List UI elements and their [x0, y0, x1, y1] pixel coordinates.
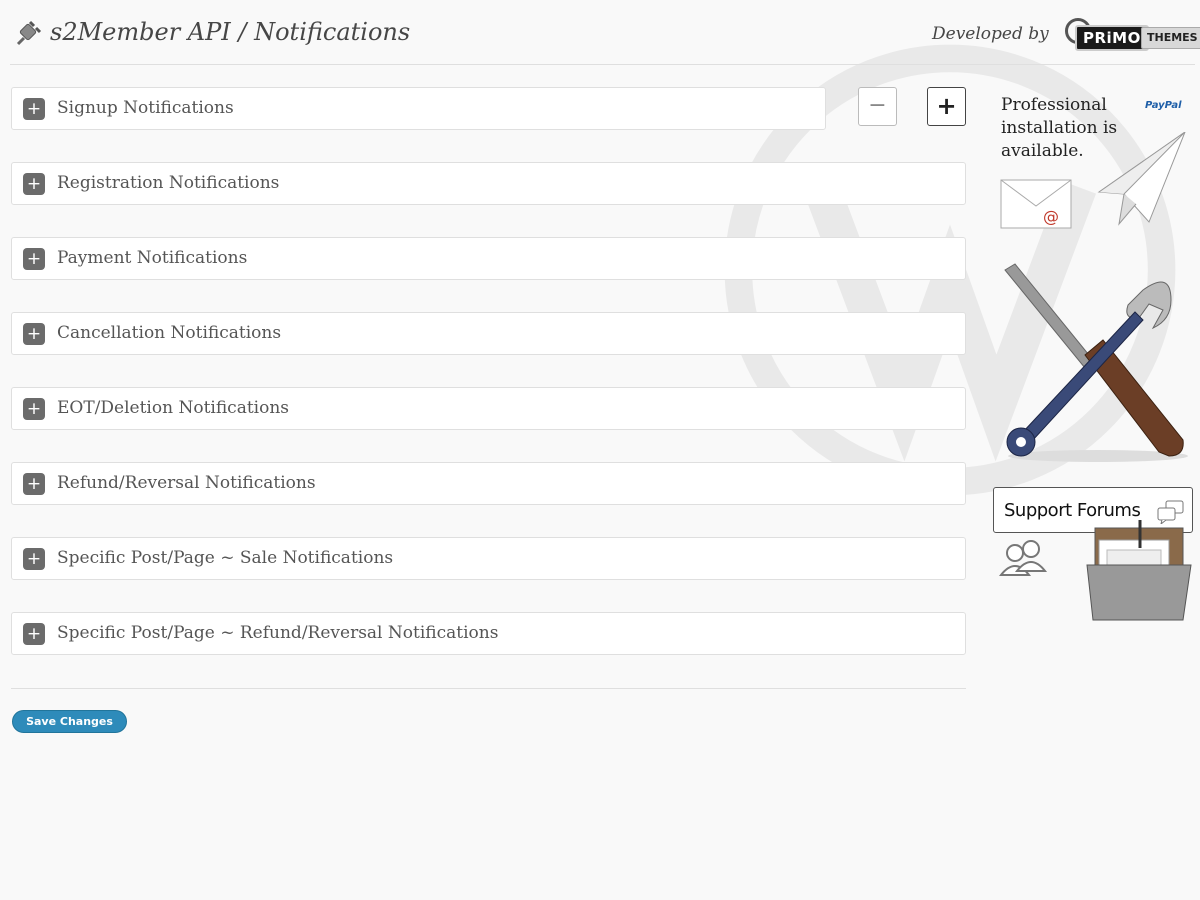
plugin-icon	[16, 20, 42, 46]
panel-payment-notifications[interactable]: + Payment Notifications	[11, 237, 966, 280]
email-paper-plane-icon: @	[1000, 132, 1186, 229]
panel-title: Refund/Reversal Notifications	[57, 473, 316, 493]
themes-logo-text: THEMES	[1141, 27, 1200, 49]
plus-icon[interactable]: +	[23, 623, 45, 645]
paypal-logo: PayPal	[1145, 100, 1182, 111]
support-forums-label: Support Forums	[1004, 500, 1141, 521]
panel-eot-deletion-notifications[interactable]: + EOT/Deletion Notifications	[11, 387, 966, 430]
svg-text:@: @	[1043, 207, 1059, 226]
panel-registration-notifications[interactable]: + Registration Notifications	[11, 162, 966, 205]
page-header: s2Member API / Notifications Developed b…	[10, 0, 1200, 65]
plus-icon[interactable]: +	[23, 173, 45, 195]
save-changes-button[interactable]: Save Changes	[12, 710, 127, 733]
panel-signup-notifications[interactable]: + Signup Notifications	[11, 87, 826, 130]
plus-icon[interactable]: +	[23, 248, 45, 270]
panel-specific-post-sale-notifications[interactable]: + Specific Post/Page ~ Sale Notification…	[11, 537, 966, 580]
developed-by-label: Developed by	[932, 24, 1049, 44]
panel-refund-reversal-notifications[interactable]: + Refund/Reversal Notifications	[11, 462, 966, 505]
page-title: s2Member API / Notifications	[50, 18, 411, 46]
panel-title: Specific Post/Page ~ Sale Notifications	[57, 548, 394, 568]
panel-title: Specific Post/Page ~ Refund/Reversal Not…	[57, 623, 499, 643]
wrench-screwdriver-icon	[1004, 263, 1188, 462]
panel-cancellation-notifications[interactable]: + Cancellation Notifications	[11, 312, 966, 355]
plus-icon[interactable]: +	[23, 548, 45, 570]
panel-title: EOT/Deletion Notifications	[57, 398, 290, 418]
form-divider	[11, 688, 966, 689]
primo-logo-text: PRiMO	[1075, 25, 1149, 51]
panel-title: Payment Notifications	[57, 248, 248, 268]
plus-icon[interactable]: +	[23, 473, 45, 495]
plus-icon[interactable]: +	[23, 323, 45, 345]
panel-title: Registration Notifications	[57, 173, 280, 193]
panel-title: Cancellation Notifications	[57, 323, 282, 343]
panel-specific-post-refund-notifications[interactable]: + Specific Post/Page ~ Refund/Reversal N…	[11, 612, 966, 655]
users-icon	[999, 540, 1048, 576]
primo-themes-logo[interactable]: PRiMO THEMES	[1065, 18, 1200, 52]
forum-folder-icon	[1086, 520, 1192, 621]
plus-icon[interactable]: +	[23, 98, 45, 120]
plus-icon[interactable]: +	[23, 398, 45, 420]
panel-title: Signup Notifications	[57, 98, 234, 118]
notification-panels: + Signup Notifications + Registration No…	[11, 87, 966, 687]
